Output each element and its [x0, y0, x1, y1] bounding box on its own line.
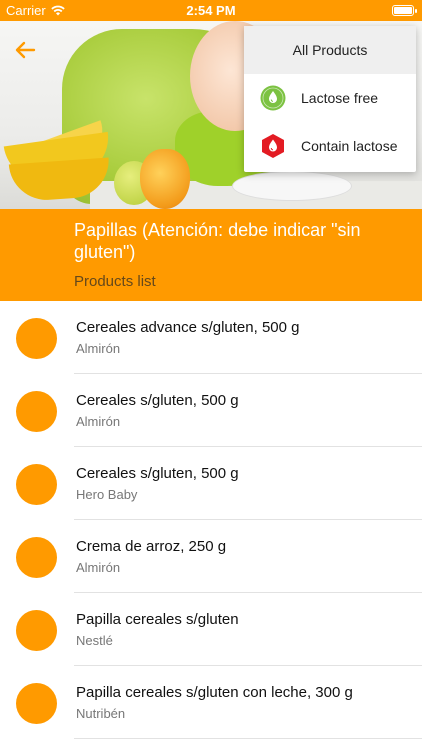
- list-item[interactable]: Papilla cereales s/gluten Nestlé: [0, 593, 422, 666]
- filter-label: Lactose free: [301, 90, 379, 106]
- battery-icon: [392, 5, 417, 16]
- product-name: Cereales s/gluten, 500 g: [76, 465, 239, 482]
- product-avatar: [16, 683, 57, 724]
- arrow-left-icon: [15, 41, 36, 59]
- product-name: Papilla cereales s/gluten con leche, 300…: [76, 684, 353, 701]
- list-item[interactable]: Cereales s/gluten, 500 g Hero Baby: [0, 447, 422, 520]
- product-name: Crema de arroz, 250 g: [76, 538, 227, 555]
- product-avatar: [16, 610, 57, 651]
- product-name: Cereales advance s/gluten, 500 g: [76, 319, 300, 336]
- category-title: Papillas (Atención: debe indicar "sin gl…: [74, 220, 361, 262]
- product-name: Papilla cereales s/gluten: [76, 611, 239, 628]
- filter-contain-lactose[interactable]: Contain lactose: [244, 122, 416, 170]
- filter-lactose-free[interactable]: Lactose free: [244, 74, 416, 122]
- product-brand: Hero Baby: [76, 487, 138, 502]
- category-title-band: Papillas (Atención: debe indicar "sin gl…: [0, 209, 422, 301]
- divider: [74, 738, 422, 739]
- product-brand: Nutribén: [76, 706, 126, 721]
- product-brand: Almirón: [76, 341, 121, 356]
- lactose-free-icon: [260, 85, 286, 111]
- product-name: Cereales s/gluten, 500 g: [76, 392, 239, 409]
- product-avatar: [16, 537, 57, 578]
- product-avatar: [16, 464, 57, 505]
- product-avatar: [16, 391, 57, 432]
- list-item[interactable]: Crema de arroz, 250 g Almirón: [0, 520, 422, 593]
- filter-label: All Products: [292, 42, 368, 58]
- product-list: Cereales advance s/gluten, 500 g Almirón…: [0, 301, 422, 739]
- status-bar: Carrier 2:54 PM: [0, 0, 422, 21]
- back-button[interactable]: [14, 40, 44, 64]
- product-brand: Almirón: [76, 560, 121, 575]
- filter-menu: All Products Lactose free Contain lactos…: [244, 26, 416, 172]
- filter-label: Contain lactose: [301, 138, 398, 154]
- clock: 2:54 PM: [186, 3, 236, 18]
- list-item[interactable]: Cereales advance s/gluten, 500 g Almirón: [0, 301, 422, 374]
- product-brand: Nestlé: [76, 633, 113, 648]
- contain-lactose-icon: [260, 133, 286, 159]
- list-item[interactable]: Papilla cereales s/gluten con leche, 300…: [0, 666, 422, 739]
- product-avatar: [16, 318, 57, 359]
- filter-all-products[interactable]: All Products: [244, 26, 416, 74]
- product-brand: Almirón: [76, 414, 121, 429]
- category-subtitle: Products list: [74, 273, 156, 290]
- list-item[interactable]: Cereales s/gluten, 500 g Almirón: [0, 374, 422, 447]
